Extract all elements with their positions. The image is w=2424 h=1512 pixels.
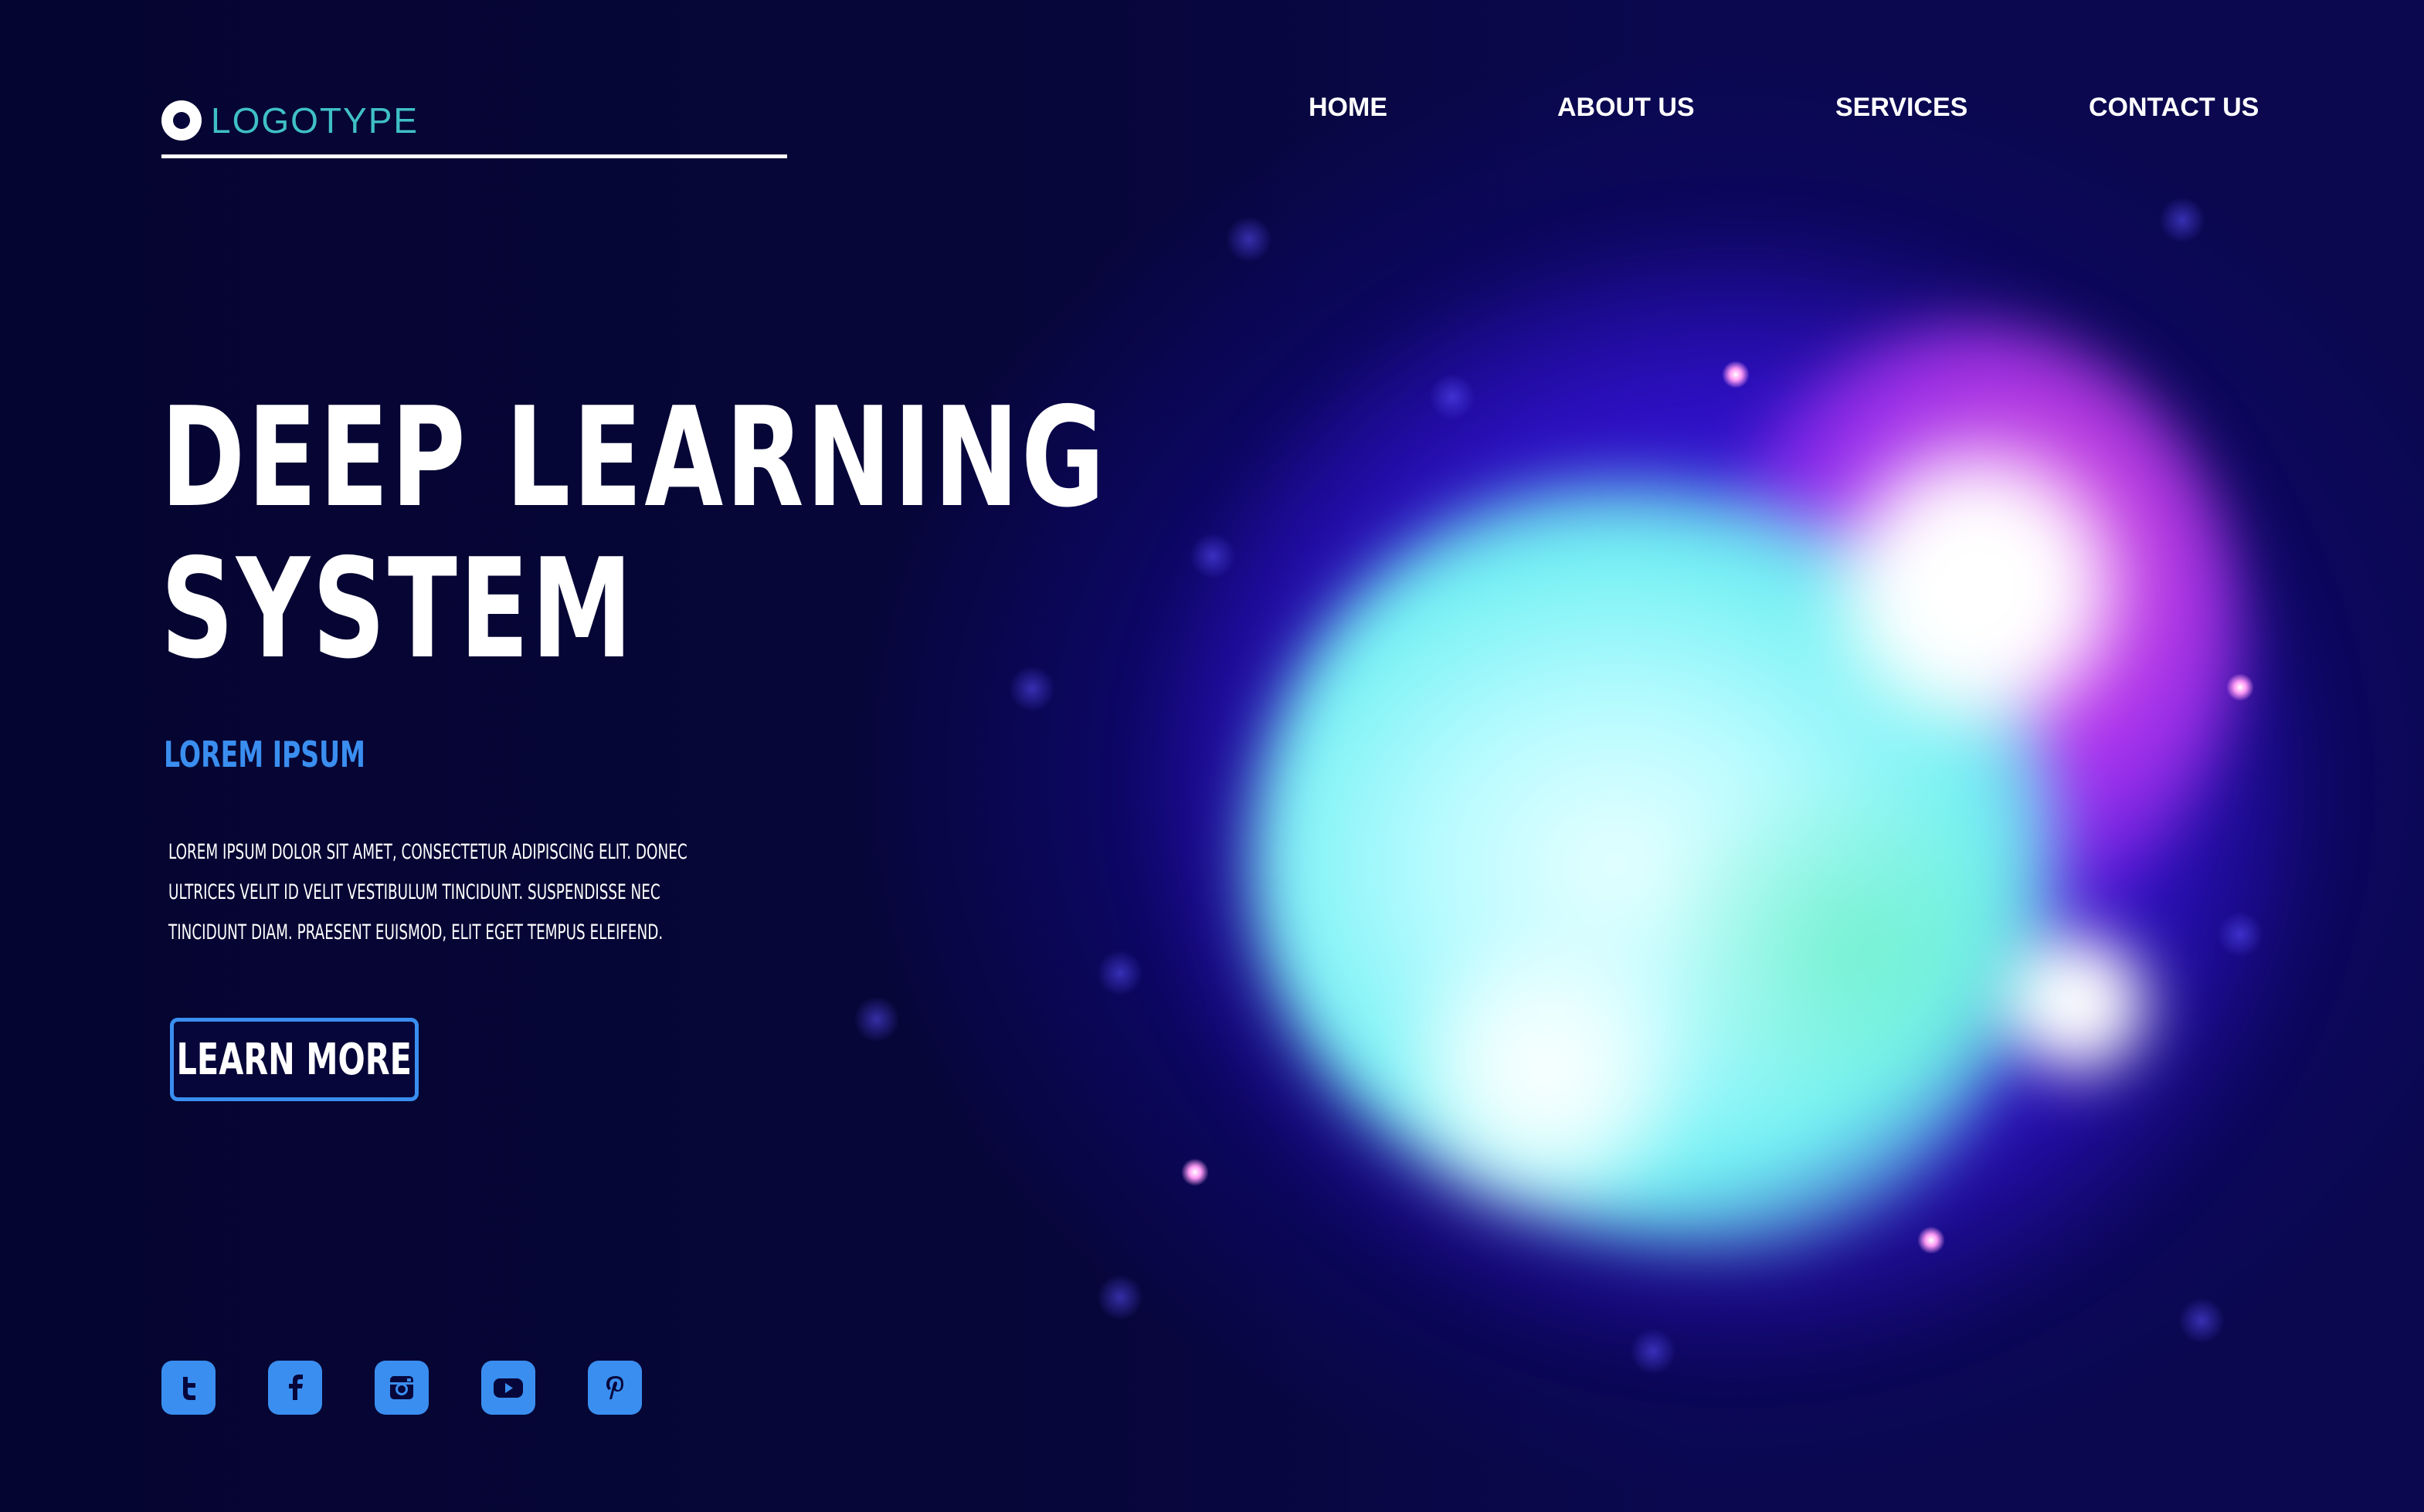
learn-more-button[interactable]: LEARN MORE: [170, 1018, 419, 1101]
main-nav: HOME ABOUT US SERVICES CONTACT US: [0, 93, 2424, 131]
sparkle: [854, 996, 900, 1042]
sparkle: [1226, 216, 1272, 263]
description-line: TINCIDUNT DIAM. PRAESENT EUISMOD, ELIT E…: [168, 920, 664, 944]
instagram-icon[interactable]: [375, 1361, 429, 1415]
glow-blob-illustration: [1159, 232, 2317, 1351]
logo-underline-divider: [161, 154, 787, 158]
learn-more-label: LEARN MORE: [176, 1034, 412, 1085]
description-line: ULTRICES VELIT ID VELIT VESTIBULUM TINCI…: [168, 880, 660, 904]
nav-item-contact-us[interactable]: CONTACT US: [2089, 93, 2259, 123]
page-title-line: DEEP LEARNING: [161, 378, 1108, 537]
sparkle: [1181, 1158, 1209, 1186]
sparkle: [2226, 673, 2254, 701]
blob-white-highlight: [2001, 927, 2155, 1081]
sparkle: [1190, 533, 1236, 579]
nav-item-about-us[interactable]: ABOUT US: [1557, 93, 1695, 123]
sparkle: [2178, 1297, 2225, 1344]
sparkle: [1429, 374, 1475, 420]
facebook-icon[interactable]: [268, 1361, 322, 1415]
description-line: LOREM IPSUM DOLOR SIT AMET, CONSECTETUR …: [168, 840, 687, 864]
nav-item-services[interactable]: SERVICES: [1835, 93, 1967, 123]
sparkle: [1722, 361, 1750, 388]
sparkle: [2217, 911, 2263, 958]
sparkle: [2159, 197, 2205, 243]
page-title-line: SYSTEM: [161, 529, 635, 689]
sparkle: [1097, 1274, 1143, 1320]
hero-description: LOREM IPSUM DOLOR SIT AMET, CONSECTETUR …: [168, 832, 687, 953]
hero-subtitle: LOREM IPSUM: [164, 734, 365, 775]
youtube-icon[interactable]: [481, 1361, 535, 1415]
sparkle: [1630, 1328, 1676, 1375]
blob-green-glow: [1661, 772, 2047, 1120]
blob-white-highlight: [1390, 927, 1699, 1220]
sparkle: [1009, 666, 1055, 712]
page-title: DEEP LEARNING SYSTEM: [161, 378, 1108, 689]
nav-item-home[interactable]: HOME: [1309, 93, 1387, 123]
twitter-icon[interactable]: [161, 1361, 216, 1415]
sparkle: [1097, 950, 1143, 996]
blob-white-highlight: [1815, 425, 2140, 749]
landing-page: LOGOTYPE HOME ABOUT US SERVICES CONTACT …: [0, 0, 2424, 1512]
sparkle: [1917, 1226, 1945, 1254]
pinterest-icon[interactable]: [588, 1361, 642, 1415]
